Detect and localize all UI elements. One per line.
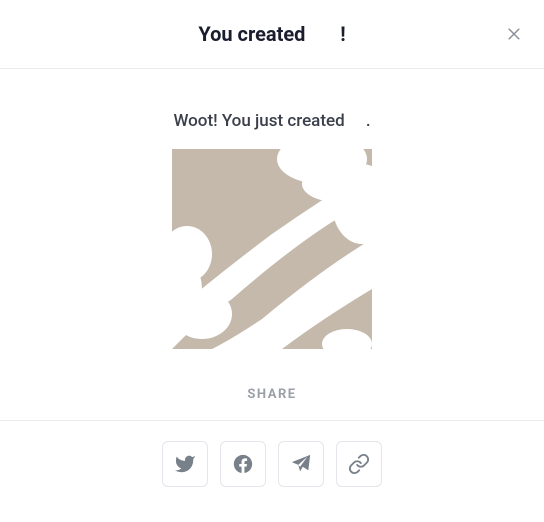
- share-facebook-button[interactable]: [220, 441, 266, 487]
- divider: [0, 420, 544, 421]
- share-link-button[interactable]: [336, 441, 382, 487]
- twitter-icon: [174, 453, 196, 475]
- share-label: SHARE: [247, 387, 296, 402]
- share-section: SHARE: [0, 387, 544, 487]
- close-icon: [505, 25, 523, 43]
- share-twitter-button[interactable]: [162, 441, 208, 487]
- modal-title: You created !: [198, 22, 345, 46]
- facebook-icon: [232, 453, 254, 475]
- created-modal: You created ! Woot! You just created .: [0, 0, 544, 522]
- modal-body: Woot! You just created . SHARE: [0, 69, 544, 522]
- link-icon: [348, 453, 370, 475]
- preview-artwork: [172, 149, 372, 349]
- close-button[interactable]: [502, 22, 526, 46]
- telegram-icon: [290, 453, 312, 475]
- share-row: [162, 441, 382, 487]
- share-telegram-button[interactable]: [278, 441, 324, 487]
- subtitle-text: Woot! You just created .: [173, 111, 370, 131]
- modal-header: You created !: [0, 0, 544, 69]
- preview-image: [172, 149, 372, 349]
